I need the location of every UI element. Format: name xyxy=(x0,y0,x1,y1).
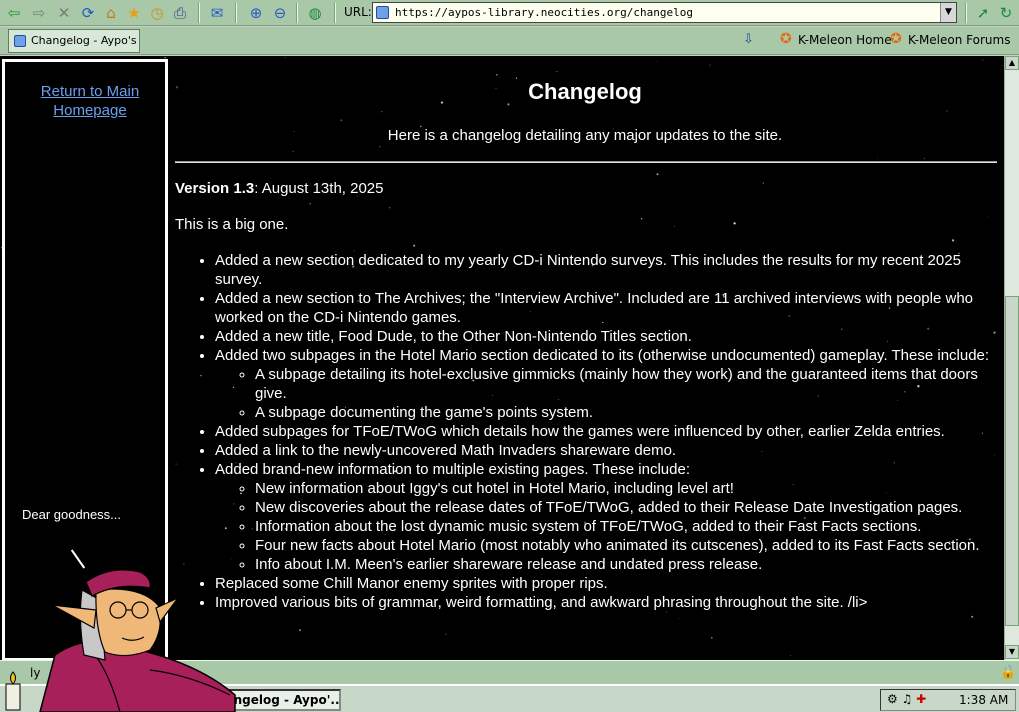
list-item: Added a new section dedicated to my year… xyxy=(215,251,995,289)
scroll-up-icon[interactable]: ▲ xyxy=(1005,56,1019,70)
stop-icon[interactable]: ✕ xyxy=(54,3,74,23)
bookmark-label: K-Meleon Home xyxy=(798,33,892,47)
list-item: Improved various bits of grammar, weird … xyxy=(215,593,995,612)
toolbar-separator xyxy=(965,3,967,23)
reload-icon[interactable]: ⟳ xyxy=(78,3,98,23)
vertical-scrollbar[interactable]: ▲ ▼ xyxy=(1004,56,1019,660)
divider xyxy=(175,161,997,163)
scrollbar-thumb[interactable] xyxy=(1005,296,1019,626)
version-date: : August 13th, 2025 xyxy=(254,180,384,197)
toolbar-separator xyxy=(198,3,200,23)
sub-list-item: Information about the lost dynamic music… xyxy=(255,517,995,536)
system-tray: ⚙ ♫ ✚ 1:38 AM xyxy=(880,689,1016,711)
go-icon[interactable]: ➚ xyxy=(973,3,993,23)
tab-changelog[interactable]: Changelog - Aypo's ... xyxy=(8,29,140,53)
zoom-out-icon[interactable]: ⊖ xyxy=(270,3,290,23)
return-home-link[interactable]: Return to Main Homepage xyxy=(25,82,155,120)
tab-title: Changelog - Aypo's ... xyxy=(31,34,140,47)
page-title: Changelog xyxy=(528,79,642,104)
back-icon[interactable]: ⇦ xyxy=(4,3,24,23)
print-icon[interactable]: ⎙ xyxy=(170,3,190,23)
bookmark-label: K-Meleon Forums xyxy=(908,33,1011,47)
list-item: Added two subpages in the Hotel Mario se… xyxy=(215,346,995,422)
sub-list: New information about Iggy's cut hotel i… xyxy=(215,479,995,574)
tray-icons: ⚙ ♫ ✚ xyxy=(887,692,927,706)
kmeleon-icon: ✪ xyxy=(780,31,792,47)
version-heading: Version 1.3: August 13th, 2025 xyxy=(175,180,384,197)
sub-list-item: New information about Iggy's cut hotel i… xyxy=(255,479,995,498)
page-favicon-icon xyxy=(376,6,389,19)
scroll-down-icon[interactable]: ▼ xyxy=(1005,645,1019,659)
list-item-text: Added two subpages in the Hotel Mario se… xyxy=(215,347,990,364)
page-subtitle: Here is a changelog detailing any major … xyxy=(387,127,783,144)
sub-list: A subpage detailing its hotel-exclusive … xyxy=(215,365,995,422)
home-icon[interactable]: ⌂ xyxy=(101,3,121,23)
sub-list-item: Info about I.M. Meen's earlier shareware… xyxy=(255,555,995,574)
elf-character-image xyxy=(5,569,236,712)
tab-bar: Changelog - Aypo's ... ⇩ ✪ K-Meleon Home… xyxy=(0,27,1019,55)
list-item-text: Added brand-new information to multiple … xyxy=(215,461,691,478)
clock: 1:38 AM xyxy=(959,693,1009,707)
sub-list-item: New discoveries about the release dates … xyxy=(255,498,995,517)
sub-list-item: Four new facts about Hotel Mario (most n… xyxy=(255,536,995,555)
bookmark-icon[interactable]: ★ xyxy=(124,3,144,23)
bookmark-kmeleon-forums[interactable]: ✪ K-Meleon Forums xyxy=(890,31,1011,47)
toolbar-separator xyxy=(296,3,298,23)
navigation-toolbar: ⇦ ⇨ ✕ ⟳ ⌂ ★ ◷ ⎙ ✉ ⊕ ⊖ ◍ URL: https://ayp… xyxy=(0,0,1019,26)
toolbar-separator xyxy=(235,3,237,23)
url-label: URL: xyxy=(344,5,372,19)
list-item: Added a new title, Food Dude, to the Oth… xyxy=(215,327,995,346)
main-content: Changelog Here is a changelog detailing … xyxy=(172,57,1002,660)
zoom-in-icon[interactable]: ⊕ xyxy=(246,3,266,23)
version-number: Version 1.3 xyxy=(175,180,255,197)
list-item: Added brand-new information to multiple … xyxy=(215,460,995,574)
tab-favicon-icon xyxy=(14,35,26,47)
list-item: Added a new section to The Archives; the… xyxy=(215,289,995,327)
bookmarks-menu-icon[interactable]: ⇩ xyxy=(743,32,754,47)
bookmark-kmeleon-home[interactable]: ✪ K-Meleon Home xyxy=(780,31,892,47)
url-input[interactable]: https://aypos-library.neocities.org/chan… xyxy=(372,2,957,23)
globe-icon[interactable]: ◍ xyxy=(305,3,325,23)
lock-icon: 🔒 xyxy=(1000,665,1017,680)
sub-list-item: A subpage detailing its hotel-exclusive … xyxy=(255,365,995,403)
intro-text: This is a big one. xyxy=(175,216,289,233)
list-item: Added subpages for TFoE/TWoG which detai… xyxy=(215,422,995,441)
kmeleon-icon: ✪ xyxy=(890,31,902,47)
speech-text: Dear goodness... xyxy=(22,507,122,522)
toolbar-separator xyxy=(334,3,336,23)
refresh-icon[interactable]: ↻ xyxy=(996,3,1016,23)
list-item: Added a link to the newly-uncovered Math… xyxy=(215,441,995,460)
list-item: Replaced some Chill Manor enemy sprites … xyxy=(215,574,995,593)
sub-list-item: A subpage documenting the game's points … xyxy=(255,403,995,422)
url-dropdown-button[interactable]: ▼ xyxy=(940,3,956,22)
forward-icon[interactable]: ⇨ xyxy=(29,3,49,23)
history-icon[interactable]: ◷ xyxy=(147,3,167,23)
changes-list: Added a new section dedicated to my year… xyxy=(215,251,995,612)
mail-icon[interactable]: ✉ xyxy=(207,3,227,23)
